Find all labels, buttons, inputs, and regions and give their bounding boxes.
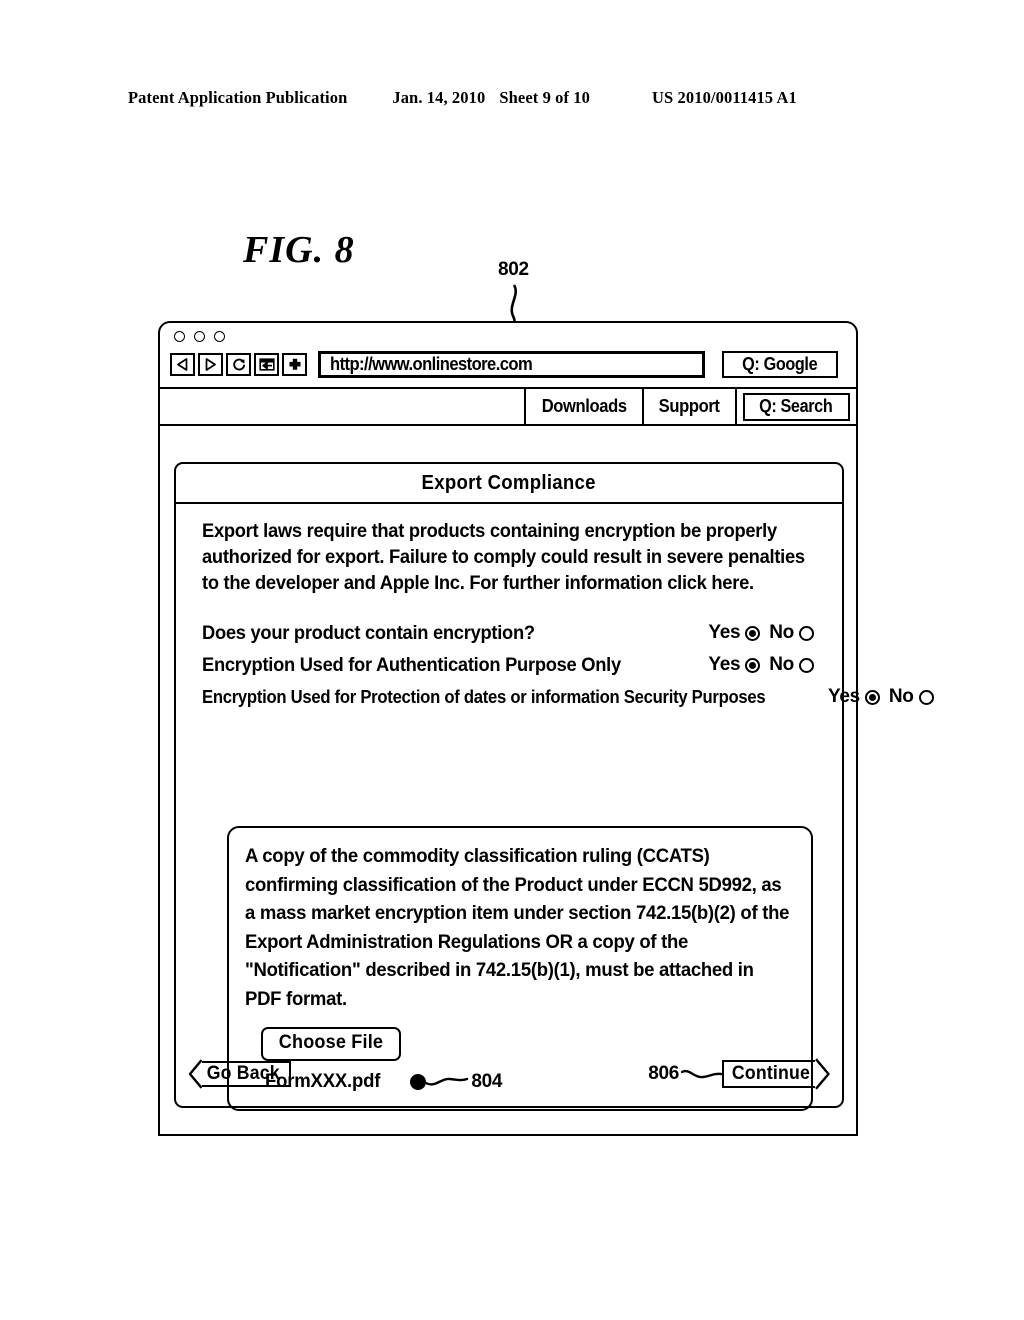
triangle-left-icon [177, 358, 188, 371]
answer-yes[interactable]: Yes [708, 622, 761, 644]
chevron-left-icon [188, 1059, 202, 1089]
continue-label: Continue [732, 1062, 811, 1084]
question-list: Does your product contain encryption? Ye… [202, 617, 934, 713]
reload-circular-arrow-icon [232, 358, 245, 370]
answer-yes[interactable]: Yes [828, 686, 880, 708]
maximize-window-dot[interactable] [214, 331, 225, 342]
answer-yes-label: Yes [708, 622, 741, 643]
bookmark-support-label: Support [659, 396, 720, 416]
bookmark-support[interactable]: Support [642, 389, 734, 424]
radio-no[interactable] [918, 689, 934, 705]
answer-no-label: No [769, 654, 794, 675]
question-label: Does your product contain encryption? [202, 621, 535, 644]
patent-number: US 2010/0011415 A1 [652, 88, 797, 107]
dialog-title: Export Compliance [421, 471, 597, 494]
url-text: http://www.onlinestore.com [330, 354, 533, 374]
answer-no-label: No [888, 686, 914, 707]
google-search-field[interactable]: Q: Google [722, 351, 838, 378]
question-row-authentication: Encryption Used for Authentication Purpo… [202, 649, 820, 681]
google-search-label: Q: Google [742, 354, 818, 374]
dialog-footer: Go Back 806 Continue [176, 1048, 842, 1106]
continue-box: Continue [722, 1060, 815, 1088]
answer-no[interactable]: No [769, 654, 814, 676]
question-answers: Yes No [708, 622, 820, 644]
answer-no[interactable]: No [769, 622, 814, 644]
publication-label: Patent Application Publication [128, 88, 348, 107]
answer-no-label: No [769, 622, 794, 643]
dialog-title-bar: Export Compliance [176, 464, 842, 504]
minimize-window-dot[interactable] [194, 331, 205, 342]
export-compliance-dialog: Export Compliance Export laws require th… [174, 462, 934, 1111]
bookmark-downloads[interactable]: Downloads [523, 389, 642, 424]
question-row-encryption: Does your product contain encryption? Ye… [202, 617, 820, 649]
answer-yes[interactable]: Yes [708, 654, 761, 676]
figure-caption: FIG. 8 [243, 229, 355, 271]
plus-icon [289, 358, 300, 370]
navigation-buttons [170, 353, 307, 376]
close-window-dot[interactable] [174, 331, 185, 342]
radio-no[interactable] [799, 657, 814, 673]
patent-header: Patent Application Publication Jan. 14, … [128, 88, 896, 108]
publication-date: Jan. 14, 2010 [392, 88, 486, 107]
question-label: Encryption Used for Authentication Purpo… [202, 653, 621, 676]
reference-numeral-802: 802 [498, 259, 529, 280]
answer-yes-label: Yes [708, 654, 741, 675]
question-label: Encryption Used for Protection of dates … [202, 686, 766, 707]
radio-yes[interactable] [864, 689, 880, 705]
sheet-number: Sheet 9 of 10 [499, 88, 591, 107]
dialog-intro-text: Export laws require that products contai… [202, 520, 805, 594]
question-answers: Yes No [828, 686, 940, 708]
go-back-box: Go Back [202, 1061, 291, 1087]
answer-no[interactable]: No [889, 686, 934, 708]
browser-toolbar: http://www.onlinestore.com Q: Google [160, 323, 856, 389]
forward-button[interactable] [198, 353, 223, 376]
bookmark-downloads-label: Downloads [541, 396, 627, 416]
dialog-body: Export laws require that products contai… [176, 504, 934, 713]
continue-group: 806 Continue [648, 1058, 830, 1090]
bookmark-button[interactable] [254, 353, 279, 376]
site-search-label: Q: Search [758, 395, 833, 416]
browser-page-content: Export Compliance Export laws require th… [160, 426, 934, 1134]
url-address-bar[interactable]: http://www.onlinestore.com [318, 351, 705, 378]
question-row-protection: Encryption Used for Protection of dates … [202, 681, 934, 713]
window-controls[interactable] [174, 331, 225, 342]
reload-button[interactable] [226, 353, 251, 376]
add-bookmark-icon [258, 358, 275, 371]
chevron-right-icon [815, 1058, 830, 1090]
triangle-right-icon [205, 358, 216, 371]
radio-no[interactable] [799, 625, 814, 641]
answer-yes-label: Yes [828, 686, 860, 707]
reference-numeral-806: 806 [648, 1063, 680, 1084]
browser-window: http://www.onlinestore.com Q: Google Dow… [158, 321, 934, 1136]
radio-yes[interactable] [745, 625, 761, 641]
bookmarks-bar: Downloads Support Q: Search [160, 389, 856, 426]
new-tab-button[interactable] [282, 353, 307, 376]
attachment-instructions-text: A copy of the commodity classification r… [245, 845, 790, 1010]
go-back-label: Go Back [206, 1062, 280, 1084]
back-button[interactable] [170, 353, 195, 376]
leader-line-806 [681, 1069, 723, 1079]
continue-button[interactable]: Continue [722, 1058, 830, 1090]
site-search-field[interactable]: Q: Search [742, 392, 850, 421]
go-back-button[interactable]: Go Back [188, 1059, 291, 1089]
question-answers: Yes No [708, 654, 820, 676]
radio-yes[interactable] [745, 657, 761, 673]
site-search-container: Q: Search [734, 389, 856, 424]
